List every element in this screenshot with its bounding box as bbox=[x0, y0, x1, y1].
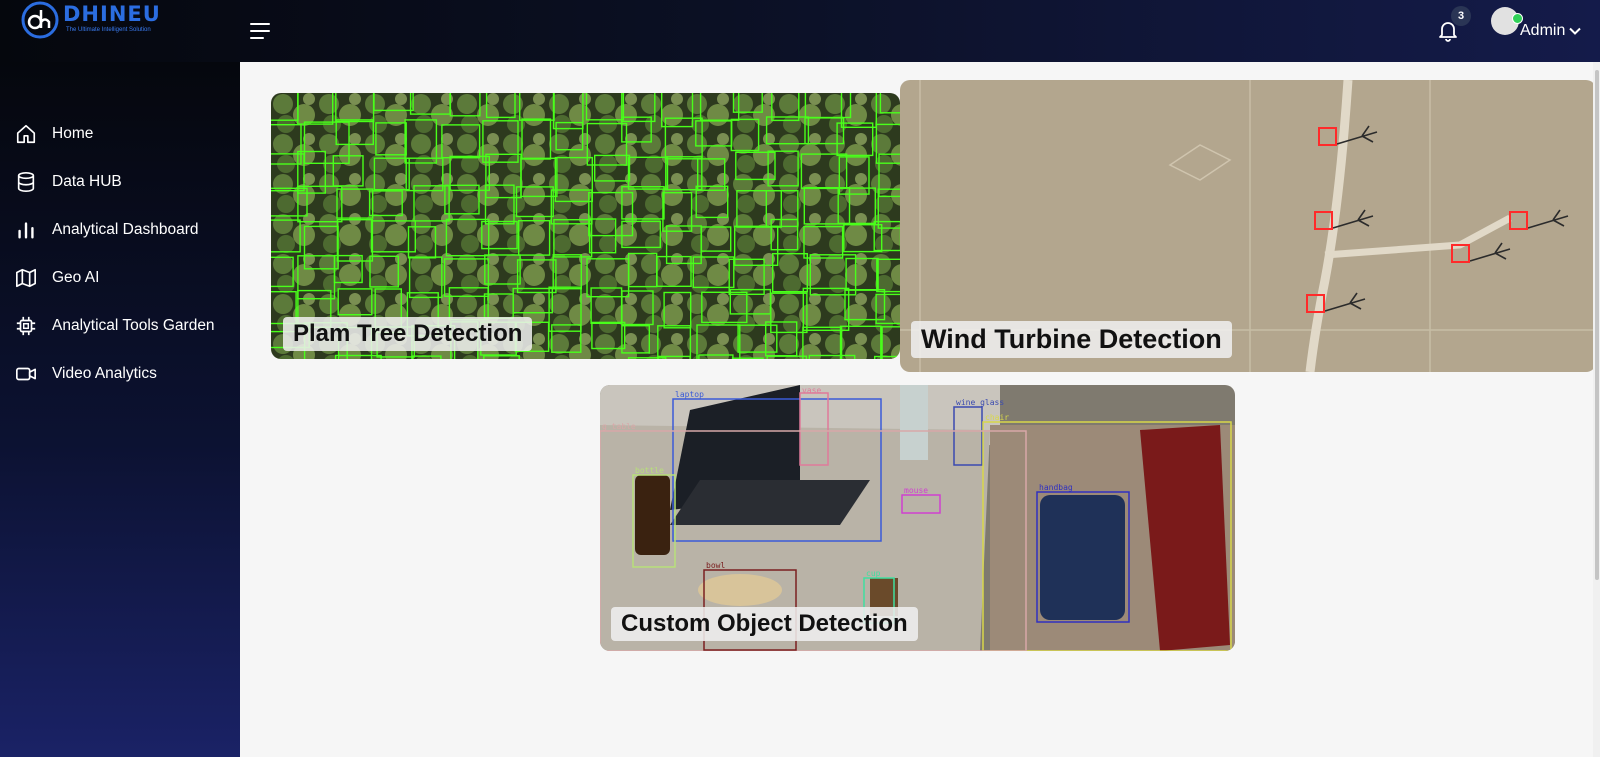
sidebar-item-label: Geo AI bbox=[52, 269, 100, 286]
chevron-down-icon bbox=[1569, 27, 1582, 35]
detection-label: laptop bbox=[675, 390, 704, 399]
card-title: Plam Tree Detection bbox=[283, 317, 533, 351]
card-plam-tree-detection[interactable]: Plam Tree Detection bbox=[271, 93, 900, 359]
sidebar-item-analytical-dashboard[interactable]: Analytical Dashboard bbox=[0, 206, 240, 254]
user-menu[interactable]: Admin bbox=[1520, 20, 1582, 42]
sidebar-item-label: Analytical Dashboard bbox=[52, 221, 199, 238]
sidebar-item-data-hub[interactable]: Data HUB bbox=[0, 158, 240, 206]
brand-name: DHINEU bbox=[63, 2, 161, 26]
top-bar: DHINEU The Ultimate Intelligent Solution… bbox=[0, 0, 1600, 62]
notification-count-badge: 3 bbox=[1451, 6, 1471, 26]
detection-label: cup bbox=[866, 569, 881, 578]
video-icon bbox=[16, 367, 36, 381]
user-name: Admin bbox=[1520, 22, 1566, 39]
database-icon bbox=[17, 172, 35, 192]
chip-icon bbox=[16, 316, 36, 336]
sidebar-item-label: Home bbox=[52, 125, 94, 142]
detection-label: bowl bbox=[706, 561, 725, 570]
bar-chart-icon bbox=[18, 222, 34, 239]
card-wind-turbine-detection[interactable]: Wind Turbine Detection bbox=[900, 80, 1596, 372]
sidebar-item-geo-ai[interactable]: Geo AI bbox=[0, 254, 240, 302]
sidebar: Home Data HUB Analytical Dashboard Geo A… bbox=[0, 62, 240, 757]
detection-label: g_table bbox=[602, 422, 636, 431]
sidebar-item-label: Analytical Tools Garden bbox=[52, 317, 215, 334]
brand-logo-mark bbox=[21, 1, 59, 39]
page-scrollbar-thumb[interactable] bbox=[1595, 70, 1599, 580]
sidebar-nav: Home Data HUB Analytical Dashboard Geo A… bbox=[0, 110, 240, 398]
detection-label: mouse bbox=[904, 486, 928, 495]
detection-label: bottle bbox=[635, 466, 664, 475]
hamburger-icon[interactable] bbox=[248, 21, 272, 41]
card-title: Custom Object Detection bbox=[611, 607, 918, 641]
map-icon bbox=[16, 268, 36, 288]
sidebar-item-home[interactable]: Home bbox=[0, 110, 240, 158]
palm-detection-box bbox=[731, 357, 764, 359]
sidebar-item-analytical-tools-garden[interactable]: Analytical Tools Garden bbox=[0, 302, 240, 350]
detection-label: handbag bbox=[1039, 483, 1073, 492]
sidebar-item-label: Data HUB bbox=[52, 173, 122, 190]
sidebar-item-label: Video Analytics bbox=[52, 365, 157, 382]
sidebar-item-video-analytics[interactable]: Video Analytics bbox=[0, 350, 240, 398]
home-icon bbox=[16, 124, 36, 144]
detection-label: chair bbox=[985, 413, 1009, 422]
brand-logo[interactable]: DHINEU The Ultimate Intelligent Solution bbox=[18, 0, 168, 44]
detection-label: wine_glass bbox=[956, 398, 1004, 407]
detection-label: vase bbox=[802, 386, 821, 395]
card-custom-object-detection[interactable]: laptop vase wine_glasschair g_tablebottle mo… bbox=[600, 385, 1235, 651]
card-title: Wind Turbine Detection bbox=[911, 321, 1232, 358]
brand-tagline: The Ultimate Intelligent Solution bbox=[66, 27, 151, 33]
